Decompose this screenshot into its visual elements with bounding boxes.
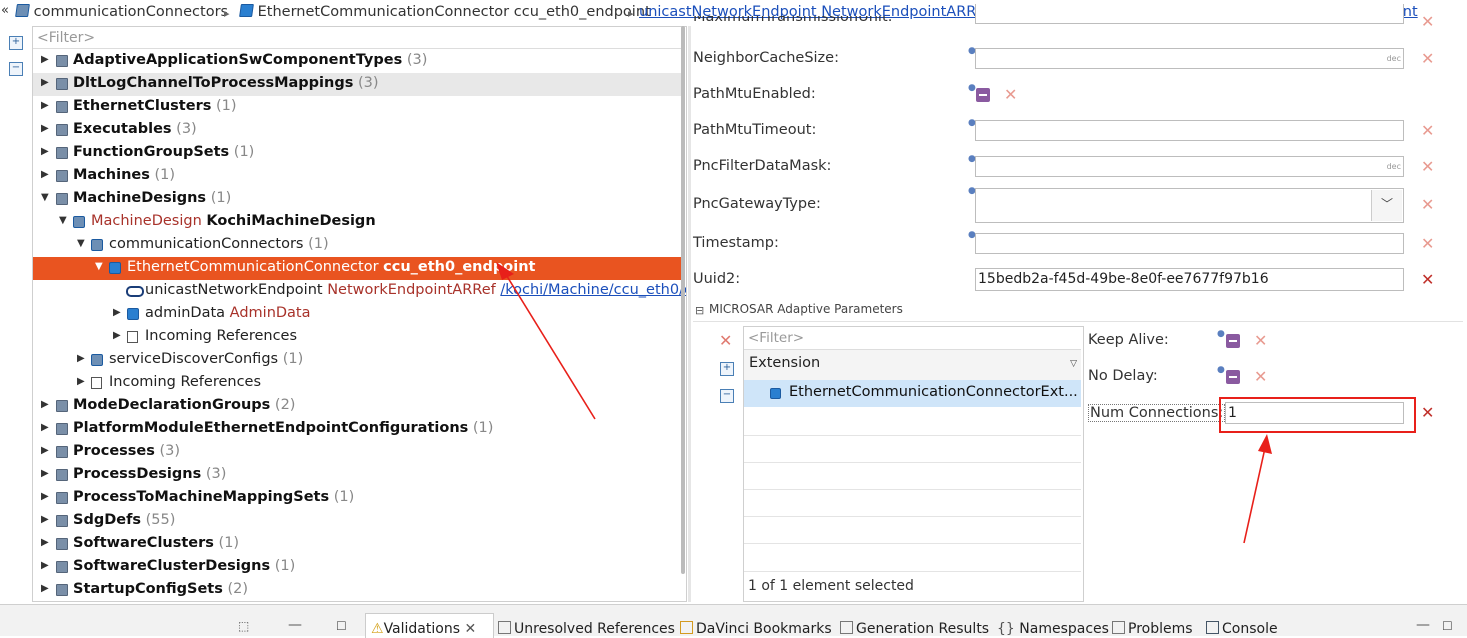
console-icon [1206,621,1219,634]
maximize-icon[interactable]: ☐ [1442,619,1453,633]
new-view-icon[interactable]: ⬚ [238,619,249,633]
bottom-views-bar: ⬚ — ☐ ⚠Validations ✕ Unresolved Referenc… [0,604,1467,638]
annotation-arrow-line [1243,447,1266,544]
reference-icon [498,621,511,634]
problems-icon [1112,621,1125,634]
annotation-arrows [496,262,1272,544]
annotation-arrowhead [1258,434,1272,454]
generation-icon [840,621,853,634]
annotation-arrowhead [496,262,514,280]
maximize-icon[interactable]: ☐ [336,619,347,633]
minimize-icon[interactable]: — [288,617,302,633]
minimize-icon[interactable]: — [1416,617,1430,633]
bookmark-icon [680,621,693,634]
annotation-arrow-line [504,272,596,420]
